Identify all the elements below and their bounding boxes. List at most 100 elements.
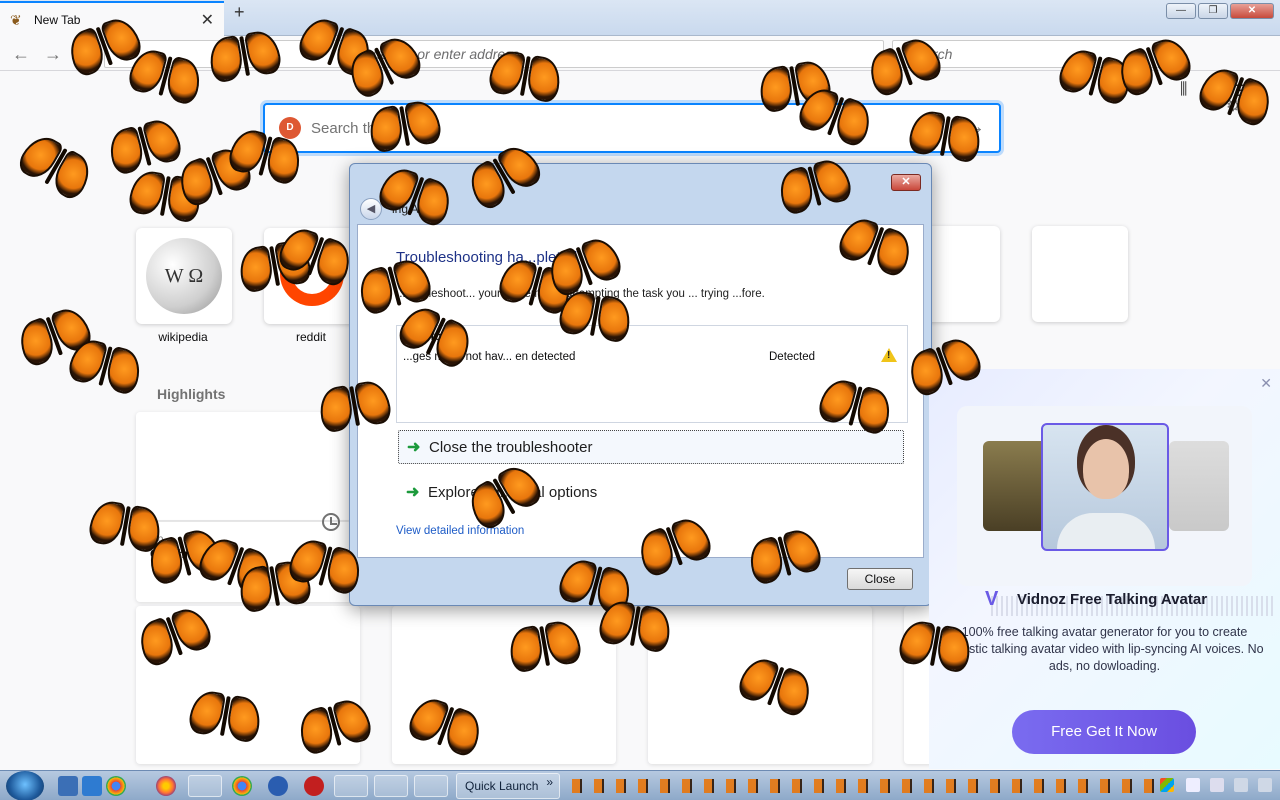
taskbar-window-tools[interactable] [334, 775, 368, 797]
butterfly-body [119, 505, 131, 547]
top-site-label: wikipedia [158, 330, 208, 344]
back-arrow-icon[interactable]: ← [8, 42, 34, 66]
butterfly-body [45, 316, 64, 356]
windows-flag-icon[interactable] [1160, 778, 1174, 792]
taskbar-window-notepad[interactable] [374, 775, 408, 797]
butterfly-body [159, 175, 171, 217]
dialog-description: ...roubleshoot... your system. Try attem… [396, 288, 765, 300]
butterfly-wing [47, 148, 98, 203]
top-site-reddit[interactable] [264, 228, 360, 324]
reddit-logo-icon [280, 242, 344, 306]
forward-arrow-icon[interactable]: → [40, 42, 66, 66]
explore-options-link[interactable]: ➜ Explore ad... onal options [398, 476, 904, 510]
butterfly-wing [104, 125, 148, 177]
chevron-icon: » [546, 775, 553, 789]
url-input[interactable]: uckDuckGo or enter address [104, 40, 884, 68]
new-tab-button[interactable]: + [234, 2, 245, 23]
butterfly-wing [87, 498, 127, 548]
avatar-man-image [1169, 441, 1229, 531]
problems-found-box: ...ns found ...ges might not hav... en d… [396, 325, 908, 423]
warning-icon [881, 348, 897, 362]
green-arrow-icon: ➜ [407, 439, 421, 456]
problem-status: Detected [769, 351, 816, 363]
close-troubleshooter-link[interactable]: ➜ Close the troubleshooter [398, 430, 904, 464]
command-label: Explore ad... onal options [428, 484, 598, 501]
card-title: C...Chr [150, 547, 190, 561]
app-icon[interactable] [304, 776, 324, 796]
clock-icon [322, 513, 340, 531]
tab-new-tab[interactable]: ❦ New Tab ✕ [0, 1, 224, 36]
quick-launch-label: Quick Launch [465, 779, 539, 793]
document-icon[interactable] [1186, 778, 1200, 792]
app-icon[interactable] [268, 776, 288, 796]
command-label: Close the troubleshooter [429, 439, 593, 456]
top-site-wikipedia[interactable]: W Ω [136, 228, 232, 324]
reload-icon[interactable]: ↻ [72, 42, 98, 66]
highlight-card[interactable] [136, 412, 352, 520]
search-go-arrow-icon[interactable]: → [965, 116, 985, 139]
ad-panel: ✕ V Vidnoz Free Talking Avatar 100% free… [929, 369, 1280, 769]
firefox-icon[interactable] [156, 776, 176, 796]
maximize-button[interactable]: ❐ [1198, 3, 1228, 19]
tab-title: New Tab [34, 12, 81, 27]
dialog-nav: ◀ ing Audio [360, 196, 920, 222]
newtab-search-box[interactable]: D Search th → [263, 103, 1001, 153]
problem-description: ...ges might not hav... en detected [403, 351, 576, 363]
dialog-close-icon[interactable]: ✕ [891, 174, 921, 191]
dialog-heading: Troubleshooting ha...pleted [396, 249, 578, 266]
avatar-woman-image [1041, 423, 1169, 551]
library-icon[interactable]: ⫼ [1180, 81, 1187, 101]
card-source: Go [150, 534, 164, 545]
butterfly-body [205, 156, 224, 196]
chrome-icon[interactable] [232, 776, 252, 796]
start-button[interactable] [6, 771, 44, 800]
ad-cta-button[interactable]: Free Get It Now [1012, 710, 1196, 754]
problems-found-title: ...ns found [403, 329, 464, 343]
duckduckgo-icon: D [279, 117, 301, 139]
butterfly-wing [141, 115, 184, 167]
navigation-bar: ← → ↻ uckDuckGo or enter address rch ⫼ ▤… [0, 37, 1280, 100]
sidebar-icon[interactable]: ▤ [1203, 81, 1218, 101]
highlights-heading: Highlights [157, 386, 226, 402]
close-window-button[interactable]: ✕ [1230, 3, 1274, 19]
butterfly-icon [126, 164, 205, 231]
avatar-painting-image [983, 441, 1047, 531]
ad-description: 100% free talking avatar generator for y… [945, 625, 1264, 673]
butterfly-body [44, 147, 68, 185]
vidnoz-logo-icon: V [985, 588, 999, 610]
butterfly-icon [104, 112, 186, 184]
minimize-button[interactable]: — [1166, 3, 1196, 19]
top-site-empty[interactable] [1032, 226, 1128, 322]
butterfly-wing [49, 303, 95, 356]
butterfly-wing [209, 143, 255, 196]
tab-strip: ❦ New Tab ✕ + — ❐ ✕ [0, 0, 1280, 36]
volume-icon[interactable] [1258, 778, 1272, 792]
wikipedia-logo-icon: W Ω [146, 238, 222, 314]
close-button[interactable]: Close [847, 568, 913, 590]
butterfly-wing [14, 129, 65, 184]
highlight-card[interactable] [648, 606, 872, 764]
gear-icon[interactable]: ⚙ [1226, 96, 1240, 116]
butterfly-wing [127, 168, 167, 218]
highlight-card[interactable] [392, 606, 616, 764]
tab-close-icon[interactable]: ✕ [201, 10, 214, 30]
chrome-icon[interactable] [106, 776, 126, 796]
quick-launch[interactable]: Quick Launch » [456, 773, 560, 799]
dialog-back-icon[interactable]: ◀ [360, 198, 382, 220]
network-icon[interactable] [1234, 778, 1248, 792]
taskbar-window-butterfly[interactable] [188, 775, 222, 797]
butterfly-body [98, 346, 113, 386]
desktop-icon[interactable] [58, 776, 78, 796]
taskbar-window-app[interactable] [414, 775, 448, 797]
highlight-card[interactable] [136, 522, 352, 602]
butterfly-icon [13, 300, 98, 377]
butterfly-wing [226, 125, 269, 177]
flag-icon[interactable] [1210, 778, 1224, 792]
ad-close-icon[interactable]: ✕ [1260, 375, 1272, 392]
butterfly-body [789, 65, 801, 107]
search-input[interactable]: rch [892, 40, 1164, 68]
explorer-icon[interactable] [82, 776, 102, 796]
ad-media [957, 406, 1276, 616]
highlight-card[interactable] [136, 606, 360, 764]
view-details-link[interactable]: View detailed information [396, 525, 524, 537]
